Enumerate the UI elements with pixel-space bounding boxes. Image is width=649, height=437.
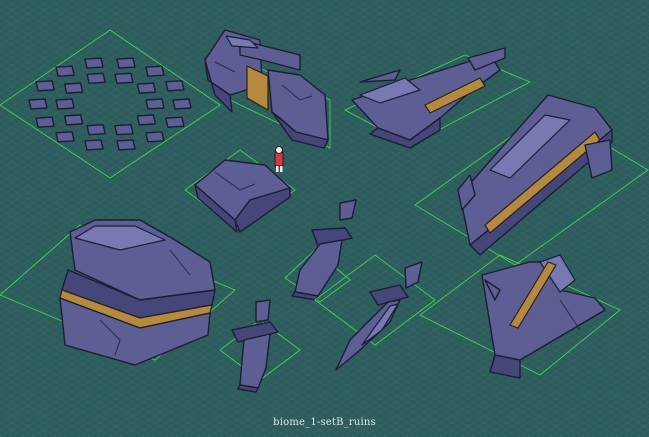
ring-stone (172, 98, 192, 110)
ring-stone (86, 72, 106, 85)
leaning-pillar (419, 254, 621, 379)
ruined-gate (204, 29, 331, 149)
ring-stone (63, 114, 84, 126)
hero-sprite (274, 146, 284, 172)
fallen-pillar-top (343, 47, 532, 149)
assets-layer (0, 29, 649, 393)
stone-sword-lower (219, 299, 301, 393)
sprite-sheet-canvas: biome_1-setB_ruins (0, 0, 649, 437)
ring-stone (55, 131, 75, 143)
large-block (0, 219, 236, 366)
ring-stone (55, 98, 75, 110)
ring-stone (114, 123, 134, 136)
ring-stone (116, 139, 136, 151)
stone-slab-with-hero (184, 146, 296, 233)
stone-ring (0, 29, 221, 179)
ring-stone (35, 80, 55, 92)
ring-stone (116, 57, 136, 69)
ring-stone (86, 123, 106, 136)
ring-stone (84, 57, 104, 69)
stone-sword-upper (284, 199, 357, 303)
ring-stone (55, 65, 75, 77)
ring-stone (84, 139, 104, 151)
ring-stone (165, 80, 185, 92)
ring-stone (145, 98, 165, 110)
ring-stone (63, 82, 84, 94)
ring-stone (136, 114, 157, 126)
ring-stone (28, 98, 48, 110)
ring-stone (145, 131, 165, 143)
ring-stone (145, 65, 165, 77)
fallen-pillar-long (414, 94, 649, 266)
ring-stone (136, 82, 157, 94)
ring-stone (114, 72, 134, 85)
ring-stone (35, 116, 55, 128)
ring-stone (165, 116, 185, 128)
sprite-sheet-caption: biome_1-setB_ruins (273, 417, 376, 428)
